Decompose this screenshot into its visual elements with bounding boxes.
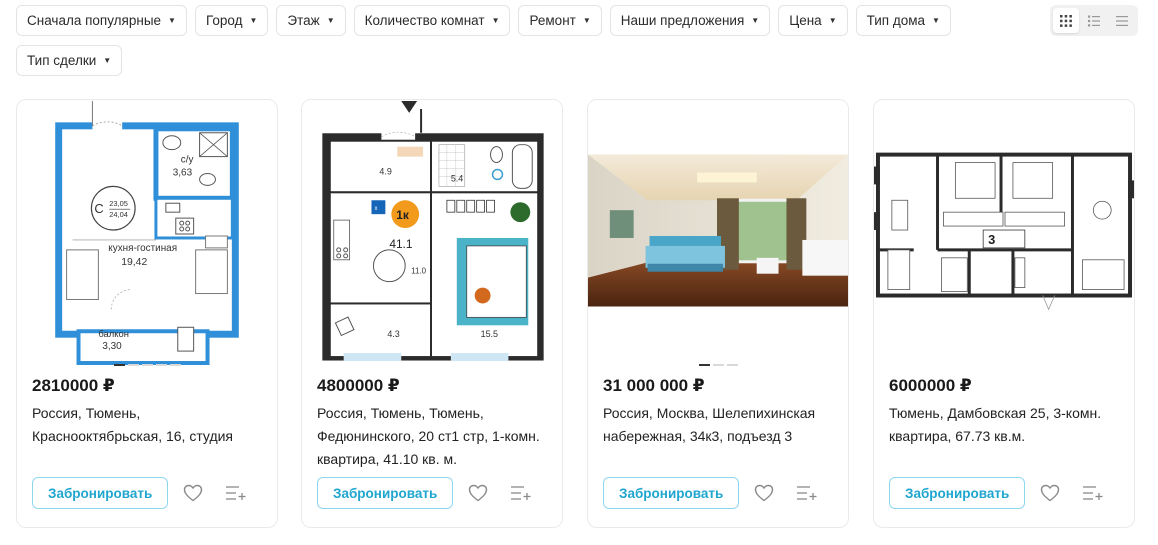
caret-down-icon: ▼ [168,16,176,25]
carousel-dot[interactable] [169,364,181,366]
carousel-dot[interactable] [141,364,153,366]
apartment-photo [588,101,848,367]
house-type-filter-label: Тип дома [866,13,926,28]
balcony-area: 3,30 [102,341,122,352]
floor-filter-dropdown[interactable]: Этаж ▼ [276,5,346,36]
rooms-filter-label: Количество комнат [364,13,485,28]
listing-address: Тюмень, Дамбовская 25, 3-комн. квартира,… [889,405,1102,444]
image-carousel-dots[interactable] [17,364,277,366]
room-area-loggia: 4.3 [387,329,399,339]
listing-card[interactable]: 3 6000000 ₽ Тюмень, Дамбовская 25, 3-ком… [873,99,1135,528]
list-view-icon [1088,15,1100,26]
carousel-dot[interactable] [698,364,710,366]
city-filter-dropdown[interactable]: Город ▼ [194,5,269,36]
carousel-dot[interactable] [127,364,139,366]
list-view-button[interactable] [1081,8,1107,33]
deal-type-filter-dropdown[interactable]: Тип сделки ▼ [16,45,123,76]
caret-down-icon: ▼ [828,16,837,25]
book-button[interactable]: Забронировать [603,477,740,509]
listing-address: Россия, Тюмень, Тюмень, Федюнинского, 20… [317,405,540,467]
offers-filter-label: Наши предложения [620,13,745,28]
bathroom-label: с/у [181,155,194,166]
compare-list-icon[interactable] [1082,485,1104,501]
renovation-filter-dropdown[interactable]: Ремонт ▼ [518,5,602,36]
renovation-filter-label: Ремонт [529,13,576,28]
kitchen-label: кухня-гостиная [108,243,177,254]
carousel-dot[interactable] [113,364,125,366]
area-total-value: 23,05 [109,199,128,208]
heart-icon[interactable] [468,484,488,502]
total-area-label: 41.1 [389,237,413,251]
listing-card[interactable]: с/у 3,63 C 23,05 24,04 кухня-гостиная 19… [16,99,278,528]
caret-down-icon: ▼ [249,16,258,25]
carousel-dot[interactable] [155,364,167,366]
room-count-badge: 1к [396,208,409,222]
floor-plan-image: 3 [874,101,1134,367]
compare-list-icon[interactable] [796,485,818,501]
compare-list-icon[interactable] [225,485,247,501]
price-filter-label: Цена [789,13,822,28]
city-filter-label: Город [205,13,243,28]
floor-plan-image: 4.9 5.4 x 41.1 11.0 1к 15.5 4.3 [302,101,562,367]
listing-price: 2810000 ₽ [32,376,115,395]
caret-down-icon: ▼ [491,16,500,25]
sort-label: Сначала популярные [27,13,162,28]
rooms-filter-dropdown[interactable]: Количество комнат ▼ [353,5,511,36]
heart-icon[interactable] [1040,484,1060,502]
listing-price: 6000000 ₽ [889,376,972,395]
house-type-filter-dropdown[interactable]: Тип дома ▼ [855,5,951,36]
carousel-dot[interactable] [712,364,724,366]
grid-view-button[interactable] [1053,8,1079,33]
caret-down-icon: ▼ [932,16,940,25]
listing-card[interactable]: 4.9 5.4 x 41.1 11.0 1к 15.5 4.3 4800000 … [301,99,563,528]
heart-icon[interactable] [754,484,774,502]
book-button[interactable]: Забронировать [889,477,1026,509]
carousel-dot[interactable] [726,364,738,366]
sort-popular-dropdown[interactable]: Сначала популярные ▼ [16,5,187,36]
caret-down-icon: ▼ [751,16,760,25]
listing-address: Россия, Тюмень, Краснооктябрьская, 16, с… [32,405,234,444]
listing-price: 4800000 ₽ [317,376,400,395]
energy-class-letter: C [94,201,103,216]
book-button[interactable]: Забронировать [317,477,454,509]
offers-filter-dropdown[interactable]: Наши предложения ▼ [609,5,771,36]
caret-down-icon: ▼ [582,16,591,25]
listing-card[interactable]: 31 000 000 ₽ Россия, Москва, Шелепихинск… [587,99,849,528]
caret-down-icon: ▼ [326,16,335,25]
room-area-bedroom: 15.5 [481,329,498,339]
listing-address: Россия, Москва, Шелепихинская набережная… [603,405,816,444]
room-area-kitchen: 11.0 [411,267,426,276]
grid-view-icon [1060,14,1072,27]
listing-price: 31 000 000 ₽ [603,376,705,395]
filter-bar: Сначала популярные ▼ Город ▼ Этаж ▼ Количес… [16,5,966,76]
room-area-bathroom: 5.4 [451,173,463,183]
view-mode-toggle [1050,5,1138,36]
svg-text:x: x [374,206,377,212]
room-count-badge: 3 [988,232,995,247]
kitchen-area: 19,42 [121,257,147,268]
caret-down-icon: ▼ [103,56,112,65]
balcony-label: балкон [98,328,129,339]
price-filter-dropdown[interactable]: Цена ▼ [778,5,848,36]
compare-list-icon[interactable] [510,485,532,501]
image-carousel-dots[interactable] [588,364,848,366]
area-living-value: 24,04 [109,210,128,219]
compact-list-view-button[interactable] [1109,8,1135,33]
book-button[interactable]: Забронировать [32,477,169,509]
bathroom-area: 3,63 [173,167,193,178]
deal-type-filter-label: Тип сделки [27,53,97,68]
floor-filter-label: Этаж [287,13,320,28]
floor-plan-image: с/у 3,63 C 23,05 24,04 кухня-гостиная 19… [17,101,277,367]
compact-list-view-icon [1116,15,1128,26]
heart-icon[interactable] [183,484,203,502]
room-area-hall: 4.9 [379,166,391,176]
